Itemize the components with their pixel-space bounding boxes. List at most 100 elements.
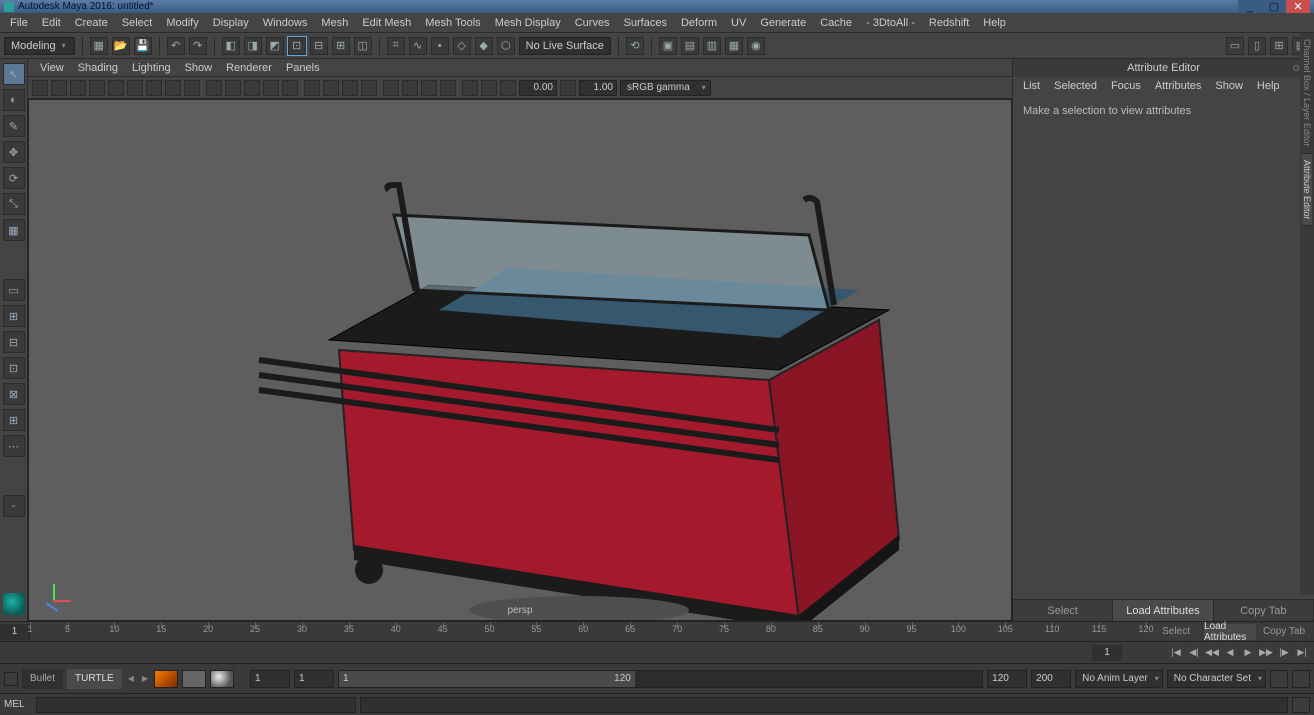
snap-curve-icon[interactable]: ∿ [409,37,427,55]
gamma-value[interactable]: 1.00 [579,80,617,96]
menu-deform[interactable]: Deform [675,15,723,31]
attrmenu-focus[interactable]: Focus [1105,78,1147,94]
menu-modify[interactable]: Modify [160,15,204,31]
select-object-icon[interactable]: ◨ [244,37,262,55]
menu-edit-mesh[interactable]: Edit Mesh [356,15,417,31]
select-component-icon[interactable]: ◩ [266,37,284,55]
render-region-icon[interactable]: ▥ [703,37,721,55]
render-settings-icon[interactable]: ▦ [725,37,743,55]
play-back-icon[interactable]: ◀ [1222,645,1238,661]
live-surface-label[interactable]: No Live Surface [519,37,611,55]
layout-icon-3[interactable]: ⊞ [1270,37,1288,55]
save-scene-icon[interactable]: 💾 [134,37,152,55]
anti-alias-icon[interactable] [421,80,437,96]
menu-mesh-tools[interactable]: Mesh Tools [419,15,486,31]
panelmenu-shading[interactable]: Shading [72,60,124,76]
menu-file[interactable]: File [4,15,34,31]
open-scene-icon[interactable]: 📂 [112,37,130,55]
tab-turtle[interactable]: TURTLE [67,669,122,689]
sidetab-attribute-editor[interactable]: Attribute Editor [1302,154,1312,227]
menu-redshift[interactable]: Redshift [923,15,975,31]
panelmenu-show[interactable]: Show [179,60,219,76]
panelmenu-lighting[interactable]: Lighting [126,60,177,76]
time-ruler[interactable]: 1510152025303540455055606570758085909510… [30,622,1146,641]
use-lights-icon[interactable] [263,80,279,96]
hypershade-icon[interactable]: ◉ [747,37,765,55]
panelmenu-view[interactable]: View [34,60,70,76]
xray-icon[interactable] [323,80,339,96]
anim-prefs-icon[interactable] [1292,670,1310,688]
isolate-select-icon[interactable] [304,80,320,96]
2d-pan-icon[interactable] [89,80,105,96]
menu-windows[interactable]: Windows [257,15,314,31]
unknown-button[interactable]: - [3,495,25,517]
range-end-field[interactable]: 200 [1031,670,1071,688]
maximize-button[interactable]: ▢ [1262,0,1286,13]
make-live-icon[interactable]: ⬡ [497,37,515,55]
textured-icon[interactable] [244,80,260,96]
menu--3dtoall-[interactable]: - 3DtoAll - [860,15,921,31]
grid-toggle-icon[interactable] [127,80,143,96]
menu-curves[interactable]: Curves [569,15,616,31]
menu-surfaces[interactable]: Surfaces [618,15,673,31]
select-vertex-icon[interactable]: ⊡ [288,37,306,55]
goto-end-icon[interactable]: ▶| [1294,645,1310,661]
rotate-tool-button[interactable]: ⟳ [3,167,25,189]
menu-cache[interactable]: Cache [814,15,858,31]
autokey-icon[interactable] [1270,670,1288,688]
ts-select-button[interactable]: Select [1150,624,1202,640]
film-gate-icon[interactable] [146,80,162,96]
new-scene-icon[interactable]: ▦ [90,37,108,55]
swatch-grey-icon[interactable] [182,670,206,688]
menu-create[interactable]: Create [69,15,114,31]
attrmenu-attributes[interactable]: Attributes [1149,78,1207,94]
sidetab-channel-box[interactable]: Channel Box / Layer Editor [1302,33,1312,154]
goto-start-icon[interactable]: |◀ [1168,645,1184,661]
scale-tool-button[interactable]: ⤡ [3,193,25,215]
exposure-icon[interactable] [462,80,478,96]
snap-point-icon[interactable]: • [431,37,449,55]
time-slider[interactable]: 1 15101520253035404550556065707580859095… [0,621,1314,641]
paint-select-tool-button[interactable]: ✎ [3,115,25,137]
menu-mesh[interactable]: Mesh [315,15,354,31]
resolution-gate-icon[interactable] [165,80,181,96]
perspective-viewport[interactable]: persp [28,99,1012,621]
ae-load-attributes-button[interactable]: Load Attributes [1113,600,1213,621]
range-slider[interactable]: 1120 [338,670,983,688]
layout-graph-button[interactable]: ⊞ [3,409,25,431]
layout-two-h-button[interactable]: ⊟ [3,331,25,353]
select-face-icon[interactable]: ⊞ [332,37,350,55]
minimize-button[interactable]: _ [1238,0,1262,13]
render-icon[interactable]: ▣ [659,37,677,55]
motion-blur-icon[interactable] [402,80,418,96]
lasso-tool-button[interactable]: ◐ [3,89,25,111]
menu-display[interactable]: Display [207,15,255,31]
attrmenu-help[interactable]: Help [1251,78,1286,94]
step-forward-icon[interactable]: ▶▶ [1258,645,1274,661]
range-inner-start-field[interactable]: 1 [294,670,334,688]
select-tool-button[interactable]: ↖ [3,63,25,85]
occlusion-icon[interactable] [383,80,399,96]
step-back-icon[interactable]: ◀◀ [1204,645,1220,661]
layout-persp-outliner-button[interactable]: ⊠ [3,383,25,405]
select-edge-icon[interactable]: ⊟ [310,37,328,55]
smooth-shade-icon[interactable] [225,80,241,96]
redo-icon[interactable]: ↷ [189,37,207,55]
menu-uv[interactable]: UV [725,15,752,31]
gamma-icon[interactable] [560,80,576,96]
anim-layer-combo[interactable]: No Anim Layer [1075,670,1163,688]
swatch-fire-icon[interactable] [154,670,178,688]
shadows-icon[interactable] [282,80,298,96]
menu-generate[interactable]: Generate [754,15,812,31]
tab-bullet[interactable]: Bullet [22,669,63,689]
play-forward-icon[interactable]: ▶ [1240,645,1256,661]
ae-copy-tab-button[interactable]: Copy Tab [1214,600,1314,621]
dof-icon[interactable] [440,80,456,96]
camera-select-icon[interactable] [32,80,48,96]
tab-scroll-right-icon[interactable]: ▶ [140,674,150,683]
close-button[interactable]: ✕ [1286,0,1310,13]
image-plane-icon[interactable] [70,80,86,96]
view-transform-combo[interactable]: sRGB gamma [620,80,711,96]
undo-icon[interactable]: ↶ [167,37,185,55]
layout-icon-1[interactable]: ▭ [1226,37,1244,55]
